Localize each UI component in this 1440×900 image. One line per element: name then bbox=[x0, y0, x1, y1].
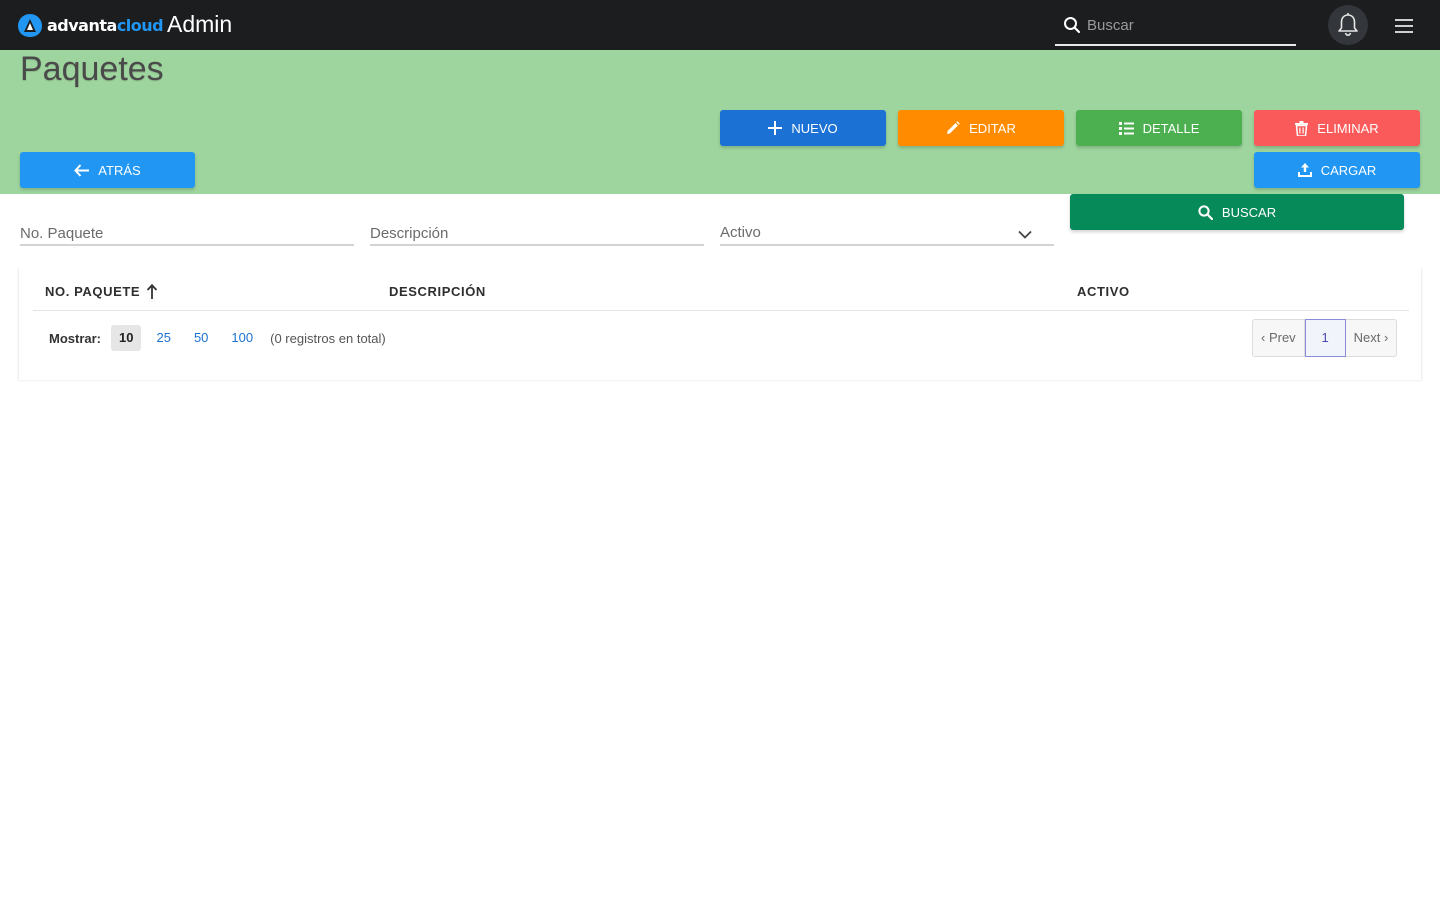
pagination: ‹ Prev 1 Next › bbox=[1252, 319, 1398, 357]
new-button-label: NUEVO bbox=[791, 120, 838, 136]
chevron-down-icon bbox=[1018, 230, 1032, 239]
package-number-input[interactable] bbox=[20, 222, 320, 244]
new-button[interactable]: NUEVO bbox=[720, 110, 886, 146]
advanta-logo-icon bbox=[18, 14, 42, 37]
upload-button-label: CARGAR bbox=[1320, 162, 1377, 178]
list-icon bbox=[1118, 121, 1134, 135]
hamburger-menu-button[interactable] bbox=[1392, 16, 1416, 36]
total-records-text: (0 registros en total) bbox=[270, 330, 386, 346]
trash-icon bbox=[1295, 120, 1309, 136]
page-size-selector: Mostrar: 10 25 50 100 (0 registros en to… bbox=[49, 324, 386, 352]
pencil-icon bbox=[947, 121, 960, 134]
active-select-label: Activo bbox=[720, 224, 761, 241]
package-number-field[interactable] bbox=[20, 220, 354, 246]
menu-icon bbox=[1395, 19, 1413, 33]
edit-button-label: EDITAR bbox=[969, 120, 1016, 136]
page-size-option-50[interactable]: 50 bbox=[186, 325, 216, 351]
global-search-input[interactable] bbox=[1087, 12, 1287, 38]
page-size-label: Mostrar: bbox=[49, 330, 102, 346]
column-header-label: ACTIVO bbox=[1077, 284, 1130, 299]
delete-button[interactable]: ELIMINAR bbox=[1254, 110, 1420, 146]
column-header-label: NO. PAQUETE bbox=[45, 284, 141, 299]
column-header-description[interactable]: DESCRIPCIÓN bbox=[389, 284, 486, 299]
column-header-active[interactable]: ACTIVO bbox=[1077, 284, 1130, 299]
global-search[interactable] bbox=[1055, 6, 1296, 46]
description-field[interactable] bbox=[370, 220, 704, 246]
top-bar: advantacloud Admin bbox=[0, 0, 1440, 50]
upload-icon bbox=[1297, 163, 1312, 177]
plus-icon bbox=[768, 121, 783, 135]
upload-button[interactable]: CARGAR bbox=[1254, 152, 1420, 188]
search-icon bbox=[1064, 17, 1081, 34]
active-select[interactable]: Activo bbox=[720, 220, 1054, 246]
search-button[interactable]: BUSCAR bbox=[1070, 194, 1404, 230]
notifications-button[interactable] bbox=[1328, 5, 1368, 45]
page-title: Paquetes bbox=[20, 50, 164, 88]
edit-button[interactable]: EDITAR bbox=[898, 110, 1064, 146]
packages-table: NO. PAQUETE DESCRIPCIÓN ACTIVO Mostrar: … bbox=[18, 268, 1422, 380]
description-input[interactable] bbox=[370, 222, 670, 244]
brand-logo[interactable]: advantacloud bbox=[16, 12, 164, 38]
pagination-prev-button[interactable]: ‹ Prev bbox=[1253, 320, 1305, 356]
column-header-label: DESCRIPCIÓN bbox=[389, 284, 486, 299]
detail-button-label: DETALLE bbox=[1142, 120, 1200, 136]
search-icon bbox=[1198, 204, 1213, 220]
page-size-option-25[interactable]: 25 bbox=[148, 325, 178, 351]
back-button[interactable]: ATRÁS bbox=[20, 152, 195, 188]
page-size-option-10[interactable]: 10 bbox=[111, 325, 142, 351]
pagination-next-button[interactable]: Next › bbox=[1346, 320, 1397, 356]
arrow-left-icon bbox=[74, 163, 90, 177]
delete-button-label: ELIMINAR bbox=[1317, 120, 1379, 136]
detail-button[interactable]: DETALLE bbox=[1076, 110, 1242, 146]
pagination-page-1[interactable]: 1 bbox=[1304, 319, 1346, 357]
back-button-label: ATRÁS bbox=[98, 162, 141, 178]
brand-wordmark: advantacloud bbox=[47, 15, 164, 35]
app-title: Admin bbox=[167, 11, 233, 37]
column-header-package-number[interactable]: NO. PAQUETE bbox=[45, 284, 158, 299]
bell-icon bbox=[1338, 13, 1358, 37]
page-size-option-100[interactable]: 100 bbox=[223, 325, 261, 351]
table-divider bbox=[33, 310, 1409, 311]
search-button-label: BUSCAR bbox=[1221, 204, 1277, 220]
sort-arrow-up-icon bbox=[147, 284, 158, 299]
